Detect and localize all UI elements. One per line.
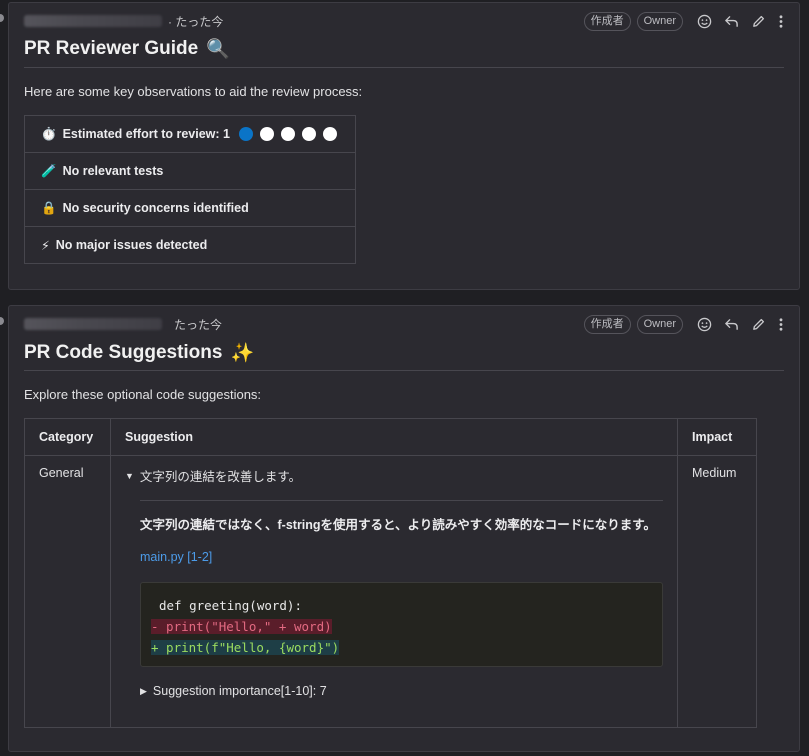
comment-header: · たった今 作成者 Owner: [24, 10, 784, 32]
edit-pencil-icon[interactable]: [751, 14, 766, 29]
table-row: ⚡ No major issues detected: [24, 226, 356, 264]
code-removed-line: - print("Hello," + word): [141, 616, 662, 637]
suggestion-summary: 文字列の連結を改善します。: [139, 470, 302, 484]
owner-badge: Owner: [636, 314, 683, 334]
effort-label: Estimated effort to review: 1: [62, 127, 230, 141]
effort-dot-empty: [301, 127, 316, 141]
intro-text: Here are some key observations to aid th…: [24, 84, 363, 99]
timestamp[interactable]: たった今: [174, 316, 222, 333]
col-header-impact: Impact: [677, 418, 757, 456]
comment-title: PR Reviewer Guide 🔍: [24, 37, 230, 61]
table-row: 🧪 No relevant tests: [24, 152, 356, 190]
importance-toggle[interactable]: ▶ Suggestion importance[1-10]: 7: [140, 684, 663, 698]
category-cell: General: [24, 455, 111, 728]
effort-dot-empty: [280, 127, 295, 141]
more-options-icon[interactable]: [778, 14, 784, 29]
title-divider: [24, 370, 784, 371]
table-row: 🔒 No security concerns identified: [24, 189, 356, 227]
table-row: ⏱️ Estimated effort to review: 1: [24, 115, 356, 153]
suggestion-description: 文字列の連結ではなく、f-stringを使用すると、より読みやすく効率的なコード…: [140, 518, 657, 532]
collapsed-triangle-icon: ▶: [140, 685, 147, 696]
emoji-reaction-icon[interactable]: [697, 317, 712, 332]
suggestion-cell: ▼ 文字列の連結を改善します。 文字列の連結ではなく、f-stringを使用する…: [110, 455, 678, 728]
edge-marker: [0, 317, 4, 325]
stopwatch-icon: ⏱️: [41, 126, 57, 141]
effort-dot-empty: [259, 127, 274, 141]
table-header-row: Category Suggestion Impact: [24, 418, 757, 456]
suggestion-divider: [140, 500, 663, 501]
title-text: PR Reviewer Guide: [24, 38, 199, 59]
suggestions-table: Category Suggestion Impact General ▼ 文字列…: [24, 418, 757, 728]
effort-dot-filled: [238, 127, 253, 141]
author-name-blurred[interactable]: [24, 318, 162, 330]
comment-header: たった今 作成者 Owner: [24, 313, 784, 335]
col-header-suggestion: Suggestion: [110, 418, 678, 456]
owner-badge: Owner: [636, 11, 683, 31]
timestamp[interactable]: · たった今: [168, 13, 223, 30]
more-options-icon[interactable]: [778, 317, 784, 332]
intro-text: Explore these optional code suggestions:: [24, 387, 262, 402]
code-diff-block: def greeting(word): - print("Hello," + w…: [140, 582, 663, 667]
file-link[interactable]: main.py [1-2]: [140, 550, 663, 564]
security-label: No security concerns identified: [62, 201, 249, 215]
expanded-triangle-icon: ▼: [125, 470, 134, 481]
author-badge: 作成者: [583, 11, 631, 31]
comment-title: PR Code Suggestions ✨: [24, 341, 254, 365]
test-tube-icon: 🧪: [41, 163, 57, 178]
col-header-category: Category: [24, 418, 111, 456]
code-context-line: def greeting(word):: [159, 598, 302, 613]
comment-reviewer-guide: · たった今 作成者 Owner PR Reviewer Guide 🔍 Her…: [8, 2, 800, 290]
issues-label: No major issues detected: [55, 238, 208, 252]
edit-pencil-icon[interactable]: [751, 317, 766, 332]
magnifier-icon: 🔍: [206, 39, 230, 60]
importance-label: Suggestion importance[1-10]: 7: [152, 684, 327, 698]
emoji-reaction-icon[interactable]: [697, 14, 712, 29]
lightning-icon: ⚡: [41, 238, 50, 253]
title-text: PR Code Suggestions: [24, 342, 223, 363]
reply-icon[interactable]: [724, 317, 739, 332]
review-summary-table: ⏱️ Estimated effort to review: 1 🧪 No re…: [24, 115, 356, 264]
comment-code-suggestions: たった今 作成者 Owner PR Code Suggestions ✨ Exp…: [8, 305, 800, 752]
code-added-line: + print(f"Hello, {word}"): [141, 637, 662, 658]
author-name-blurred[interactable]: [24, 15, 162, 27]
title-divider: [24, 67, 784, 68]
impact-cell: Medium: [677, 455, 757, 728]
reply-icon[interactable]: [724, 14, 739, 29]
table-row: General ▼ 文字列の連結を改善します。 文字列の連結ではなく、f-str…: [24, 455, 757, 728]
sparkles-icon: ✨: [230, 343, 255, 364]
effort-dot-empty: [322, 127, 337, 141]
lock-icon: 🔒: [41, 200, 57, 215]
suggestion-summary-toggle[interactable]: ▼ 文字列の連結を改善します。: [125, 466, 663, 485]
added-text: + print(f"Hello, {word}"): [151, 640, 340, 655]
edge-marker: [0, 14, 4, 22]
removed-text: - print("Hello," + word): [151, 619, 332, 634]
tests-label: No relevant tests: [62, 164, 164, 178]
effort-rating: [238, 127, 337, 141]
author-badge: 作成者: [583, 314, 631, 334]
